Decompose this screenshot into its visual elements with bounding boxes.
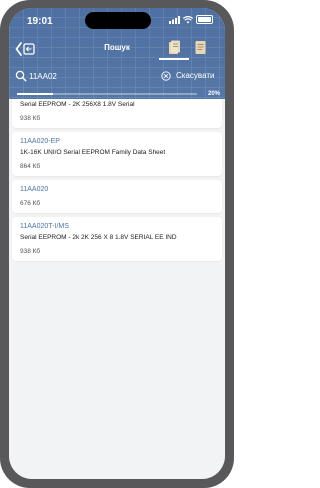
list-item[interactable]: 11AA020T-I/MS Serial EEPROM - 2k 2K 256 … [12, 217, 222, 261]
back-button[interactable] [15, 41, 37, 57]
wifi-icon [183, 15, 193, 23]
item-name: 11AA020T-I/MS [20, 223, 69, 230]
status-icons [169, 15, 213, 24]
search-input[interactable] [29, 68, 159, 84]
list-item[interactable]: 11AA020-EP 1K-16K UNI/O Serial EEPROM Fa… [12, 132, 222, 176]
signal-icon [169, 15, 180, 24]
progress-bar: 20% [9, 90, 225, 99]
progress-track [17, 93, 197, 95]
item-size: 938 Кб [20, 248, 41, 255]
battery-icon [196, 15, 213, 24]
results-list: Serial EEPROM - 2K 256X8 1.8V Serial 938… [9, 99, 225, 265]
progress-fill [17, 93, 53, 95]
active-tab-indicator [159, 58, 189, 60]
header: 19:01 Пошук 11AA02 Скасувати 20% [9, 8, 225, 99]
progress-label: 20% [207, 91, 220, 97]
device-frame: 19:01 Пошук 11AA02 Скасувати 20% Serial … [0, 0, 234, 488]
item-size: 938 Кб [20, 115, 41, 122]
item-description: Serial EEPROM - 2K 256X8 1.8V Serial [20, 101, 135, 108]
page-title: Пошук [104, 43, 130, 52]
search-icon [15, 70, 27, 82]
tab-documents-icon[interactable] [167, 40, 181, 55]
item-size: 864 Кб [20, 163, 41, 170]
item-description: Serial EEPROM - 2k 2K 256 X 8 1.8V SERIA… [20, 234, 177, 241]
tab-document-icon[interactable] [193, 40, 207, 55]
item-description: 1K-16K UNI/O Serial EEPROM Family Data S… [20, 149, 166, 156]
cancel-button[interactable]: Скасувати [176, 71, 214, 80]
list-item[interactable]: 11AA020 676 Кб [12, 180, 222, 213]
list-item[interactable]: Serial EEPROM - 2K 256X8 1.8V Serial 938… [12, 99, 222, 128]
search-bar: Скасувати [9, 65, 225, 87]
item-name: 11AA020 [20, 186, 49, 193]
item-size: 676 Кб [20, 200, 41, 207]
app-screen: 19:01 Пошук 11AA02 Скасувати 20% Serial … [9, 8, 225, 479]
clear-icon[interactable] [161, 71, 171, 81]
notch [85, 12, 151, 29]
item-name: 11AA020-EP [20, 138, 60, 145]
status-time: 19:01 [27, 16, 53, 27]
